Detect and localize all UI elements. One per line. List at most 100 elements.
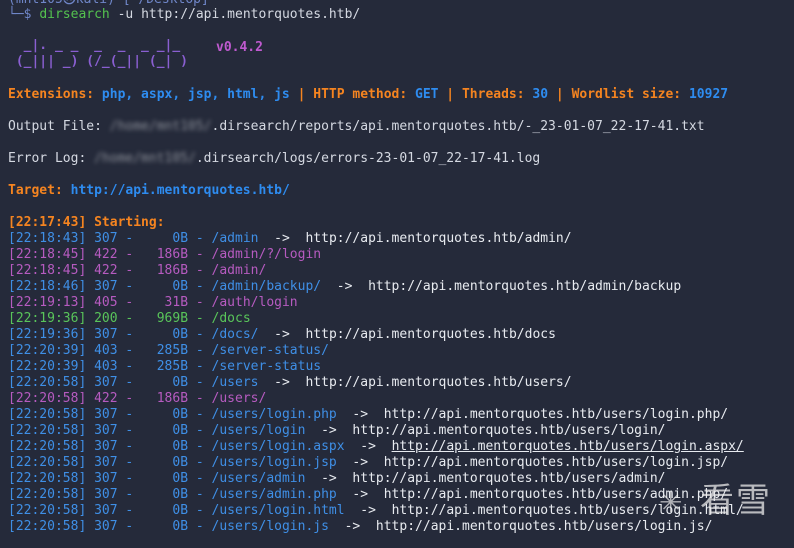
- result-size: 186B: [141, 391, 189, 406]
- redirect-url[interactable]: http://api.mentorquotes.htb/users/login.…: [392, 439, 744, 454]
- result-path: /users/: [211, 391, 267, 406]
- method-label: HTTP method:: [313, 87, 415, 102]
- redirect-url[interactable]: http://api.mentorquotes.htb/docs: [305, 327, 555, 342]
- redirect-url[interactable]: http://api.mentorquotes.htb/users/login.…: [392, 503, 744, 518]
- redirect-url[interactable]: http://api.mentorquotes.htb/users/login.…: [384, 407, 728, 422]
- result-time: [22:20:39]: [8, 343, 87, 358]
- wordlist-value: 10927: [688, 87, 729, 102]
- result-time: [22:18:43]: [8, 231, 87, 246]
- result-time: [22:20:39]: [8, 359, 87, 374]
- result-path: /users: [211, 375, 259, 390]
- result-status-code: 200: [94, 311, 118, 326]
- result-status-code: 307: [94, 439, 118, 454]
- target-line: Target: http://api.mentorquotes.htb/: [8, 183, 290, 199]
- result-path: /users/login.jsp: [211, 455, 337, 470]
- separator: |: [548, 87, 572, 102]
- result-time: [22:20:58]: [8, 519, 87, 534]
- result-size: 186B: [141, 263, 189, 278]
- extensions-label: Extensions:: [8, 87, 102, 102]
- command-args: -u http://api.mentorquotes.htb/: [109, 7, 361, 22]
- result-size: 0B: [141, 503, 189, 518]
- output-file-line: Output File: /home/mnt105/.dirsearch/rep…: [8, 119, 705, 135]
- result-size: 0B: [141, 423, 189, 438]
- result-size: 186B: [141, 247, 189, 262]
- result-row: [22:18:45] 422 - 186B - /admin/: [8, 263, 267, 278]
- result-size: 0B: [141, 279, 189, 294]
- result-size: 0B: [141, 231, 189, 246]
- result-time: [22:18:45]: [8, 263, 87, 278]
- result-status-code: 307: [94, 375, 118, 390]
- extensions-value: php, aspx, jsp, html, js: [101, 87, 290, 102]
- result-path: /server-status/: [211, 343, 329, 358]
- error-log-line: Error Log: /home/mnt105/.dirsearch/logs/…: [8, 151, 540, 167]
- result-size: 0B: [141, 471, 189, 486]
- redirect-arrow: ->: [258, 375, 306, 390]
- redirect-url[interactable]: http://api.mentorquotes.htb/users/admin.…: [384, 487, 728, 502]
- result-row: [22:20:39] 403 - 285B - /server-status: [8, 359, 322, 374]
- redacted-path: /home/mnt105/: [94, 151, 196, 166]
- redirect-arrow: ->: [344, 503, 392, 518]
- result-row: [22:19:36] 307 - 0B - /docs/ -> http://a…: [8, 327, 556, 342]
- redirect-arrow: ->: [336, 487, 384, 502]
- result-status-code: 403: [94, 359, 118, 374]
- terminal-window[interactable]: (mnt105㉿kali)-[~/Desktop] └─$ dirsearch …: [0, 0, 794, 548]
- result-path: /auth/login: [211, 295, 298, 310]
- result-size: 0B: [141, 519, 189, 534]
- starting-line: [22:17:43] Starting:: [8, 215, 165, 230]
- result-path: /users/login: [211, 423, 306, 438]
- result-size: 31B: [141, 295, 189, 310]
- redirect-arrow: ->: [258, 231, 306, 246]
- result-path: /docs: [211, 311, 251, 326]
- redirect-url[interactable]: http://api.mentorquotes.htb/admin/backup: [368, 279, 681, 294]
- result-status-code: 422: [94, 391, 118, 406]
- result-row: [22:20:39] 403 - 285B - /server-status/: [8, 343, 329, 358]
- result-status-code: 307: [94, 407, 118, 422]
- result-time: [22:19:36]: [8, 327, 87, 342]
- redirect-url[interactable]: http://api.mentorquotes.htb/users/login.…: [384, 455, 728, 470]
- separator: |: [289, 87, 314, 102]
- result-status-code: 403: [94, 343, 118, 358]
- dirsearch-logo-row2: (_||| _) (/_(_|| (_| ): [8, 54, 189, 69]
- redirect-url[interactable]: http://api.mentorquotes.htb/users/login.…: [376, 519, 713, 534]
- result-row: [22:20:58] 307 - 0B - /users/login -> ht…: [8, 423, 666, 438]
- result-size: 0B: [141, 327, 189, 342]
- result-row: [22:20:58] 307 - 0B - /users/login.aspx …: [8, 439, 744, 454]
- redirect-url[interactable]: http://api.mentorquotes.htb/admin/: [305, 231, 571, 246]
- result-status-code: 307: [94, 503, 118, 518]
- error-log-label: Error Log:: [8, 151, 95, 166]
- result-time: [22:20:58]: [8, 455, 87, 470]
- prompt-corner: └─$: [8, 7, 40, 22]
- version-label: v0.4.2: [216, 40, 263, 55]
- result-row: [22:20:58] 307 - 0B - /users/login.jsp -…: [8, 455, 729, 470]
- redirect-arrow: ->: [305, 423, 353, 438]
- result-size: 0B: [141, 375, 189, 390]
- result-status-code: 307: [94, 487, 118, 502]
- result-status-code: 307: [94, 471, 118, 486]
- result-path: /users/login.php: [211, 407, 337, 422]
- result-path: /users/admin.php: [211, 487, 337, 502]
- result-time: [22:19:36]: [8, 311, 87, 326]
- wordlist-label: Wordlist size:: [571, 87, 689, 102]
- redirect-arrow: ->: [336, 407, 384, 422]
- result-status-code: 307: [94, 455, 118, 470]
- result-status-code: 422: [94, 263, 118, 278]
- result-row: [22:20:58] 307 - 0B - /users/login.php -…: [8, 407, 729, 422]
- result-time: [22:20:58]: [8, 375, 87, 390]
- result-time: [22:20:58]: [8, 423, 87, 438]
- redirect-url[interactable]: http://api.mentorquotes.htb/users/: [305, 375, 571, 390]
- output-file-path: .dirsearch/reports/api.mentorquotes.htb/…: [211, 119, 705, 134]
- redirect-arrow: ->: [321, 279, 369, 294]
- result-size: 285B: [141, 359, 189, 374]
- result-status-code: 307: [94, 327, 118, 342]
- redirect-arrow: ->: [258, 327, 306, 342]
- result-time: [22:20:58]: [8, 503, 87, 518]
- redirect-url[interactable]: http://api.mentorquotes.htb/users/admin/: [352, 471, 665, 486]
- result-status-code: 307: [94, 279, 118, 294]
- error-log-path: .dirsearch/logs/errors-23-01-07_22-17-41…: [195, 151, 541, 166]
- redirect-url[interactable]: http://api.mentorquotes.htb/users/login/: [352, 423, 665, 438]
- result-path: /server-status: [211, 359, 322, 374]
- result-path: /users/admin: [211, 471, 306, 486]
- result-row: [22:19:36] 200 - 969B - /docs: [8, 311, 251, 326]
- result-path: /users/login.html: [211, 503, 345, 518]
- result-status-code: 307: [94, 231, 118, 246]
